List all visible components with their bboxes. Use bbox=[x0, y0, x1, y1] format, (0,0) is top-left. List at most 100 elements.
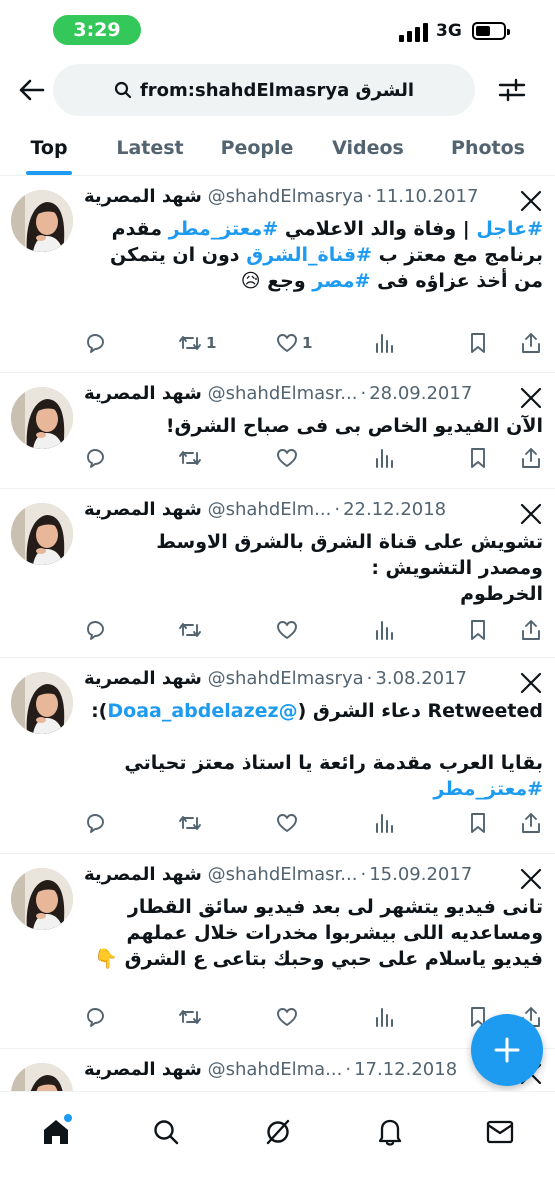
views-button[interactable] bbox=[374, 1004, 396, 1030]
user-handle[interactable]: @shahdElmasr... bbox=[208, 383, 358, 404]
views-icon bbox=[376, 334, 393, 353]
tweet-actions bbox=[84, 810, 544, 836]
bookmark-icon bbox=[471, 620, 485, 640]
views-button[interactable] bbox=[374, 617, 396, 643]
x-logo-icon bbox=[520, 387, 542, 409]
bookmark-button[interactable] bbox=[468, 445, 488, 471]
tab-videos[interactable]: Videos bbox=[322, 120, 414, 176]
reply-button[interactable] bbox=[84, 445, 110, 471]
tweet-date[interactable]: 17.12.2018 bbox=[354, 1059, 457, 1080]
bookmark-button[interactable] bbox=[468, 330, 488, 356]
share-icon bbox=[522, 813, 540, 833]
search-input[interactable]: from:shahdElmasrya الشرق bbox=[53, 64, 475, 116]
views-button[interactable] bbox=[374, 810, 396, 836]
tab-photos[interactable]: Photos bbox=[440, 120, 536, 176]
nav-messages[interactable] bbox=[478, 1110, 522, 1154]
reply-icon bbox=[87, 449, 104, 468]
share-button[interactable] bbox=[520, 445, 542, 471]
avatar[interactable] bbox=[11, 503, 73, 565]
tweet-date[interactable]: 11.10.2017 bbox=[375, 186, 478, 207]
tweet-date[interactable]: 15.09.2017 bbox=[369, 864, 472, 885]
reply-button[interactable] bbox=[84, 617, 110, 643]
tab-latest[interactable]: Latest bbox=[106, 120, 194, 176]
retweet-button[interactable] bbox=[178, 1004, 206, 1030]
display-name[interactable]: شهد المصرية bbox=[84, 499, 202, 520]
avatar[interactable] bbox=[11, 387, 73, 449]
tweet[interactable]: شهد المصرية @shahdElmasr... · 15.09.2017 ت… bbox=[0, 854, 555, 1049]
tab-people[interactable]: People bbox=[212, 120, 302, 176]
compose-tweet-button[interactable] bbox=[471, 1014, 543, 1086]
tweet-text[interactable]: تانى فيديو يتشهر لى بعد فيديو سائق القطا… bbox=[84, 894, 543, 972]
nav-home[interactable] bbox=[34, 1110, 78, 1154]
share-icon bbox=[522, 448, 540, 468]
tweet-header: شهد المصرية @shahdElma... · 17.12.2018 bbox=[84, 1059, 504, 1089]
like-button[interactable] bbox=[276, 617, 302, 643]
user-handle[interactable]: @shahdElmasrya bbox=[208, 186, 364, 207]
reply-button[interactable] bbox=[84, 1004, 110, 1030]
tweet[interactable]: شهد المصرية @shahdElmasrya · 3.08.2017 Ret… bbox=[0, 658, 555, 854]
avatar[interactable] bbox=[11, 190, 73, 252]
tweet-text[interactable]: #عاجل | وفاة والد الاعلامي #معتز_مطر مقد… bbox=[84, 216, 543, 294]
tweet[interactable]: شهد المصرية @shahdElmasr... · 28.09.2017 ا… bbox=[0, 373, 555, 489]
like-button[interactable]: 1 bbox=[276, 330, 312, 356]
user-handle[interactable]: @shahdElma... bbox=[208, 1059, 343, 1080]
share-icon bbox=[522, 333, 540, 353]
avatar[interactable] bbox=[11, 868, 73, 930]
bookmark-button[interactable] bbox=[468, 617, 488, 643]
avatar[interactable] bbox=[11, 1063, 73, 1091]
search-icon bbox=[114, 81, 132, 99]
search-icon bbox=[154, 1120, 179, 1145]
tweet-date[interactable]: 22.12.2018 bbox=[343, 499, 446, 520]
views-button[interactable] bbox=[374, 330, 396, 356]
x-logo-icon bbox=[520, 190, 542, 212]
views-icon bbox=[376, 621, 393, 640]
user-handle[interactable]: @shahdElm... bbox=[208, 499, 332, 520]
nav-grok[interactable] bbox=[256, 1110, 300, 1154]
tweet[interactable]: شهد المصرية @shahdElm... · 22.12.2018 تشوي… bbox=[0, 489, 555, 658]
tweet-text[interactable]: الآن الفيديو الخاص بى فى صباح الشرق! bbox=[84, 413, 543, 439]
reply-button[interactable] bbox=[84, 810, 110, 836]
nav-explore[interactable] bbox=[144, 1110, 188, 1154]
tab-top[interactable]: Top bbox=[12, 120, 86, 176]
avatar-image bbox=[11, 1063, 73, 1091]
like-button[interactable] bbox=[276, 445, 302, 471]
tweet-header: شهد المصرية @shahdElmasr... · 15.09.2017 bbox=[84, 864, 504, 894]
views-icon bbox=[376, 1008, 393, 1027]
search-settings-button[interactable] bbox=[494, 72, 530, 108]
tweet-feed[interactable]: شهد المصرية @shahdElmasrya · 11.10.2017 #ع… bbox=[0, 176, 555, 1091]
display-name[interactable]: شهد المصرية bbox=[84, 668, 202, 689]
display-name[interactable]: شهد المصرية bbox=[84, 383, 202, 404]
separator-dot: · bbox=[366, 186, 373, 207]
display-name[interactable]: شهد المصرية bbox=[84, 1059, 202, 1080]
share-button[interactable] bbox=[520, 810, 542, 836]
retweet-button[interactable] bbox=[178, 617, 206, 643]
retweet-button[interactable] bbox=[178, 445, 206, 471]
avatar[interactable] bbox=[11, 672, 73, 734]
tweet-date[interactable]: 3.08.2017 bbox=[375, 668, 467, 689]
views-button[interactable] bbox=[374, 445, 396, 471]
display-name[interactable]: شهد المصرية bbox=[84, 186, 202, 207]
bookmark-button[interactable] bbox=[468, 810, 488, 836]
share-button[interactable] bbox=[520, 330, 542, 356]
like-button[interactable] bbox=[276, 810, 302, 836]
display-name[interactable]: شهد المصرية bbox=[84, 864, 202, 885]
share-button[interactable] bbox=[520, 617, 542, 643]
share-icon bbox=[522, 620, 540, 640]
tweet-date[interactable]: 28.09.2017 bbox=[369, 383, 472, 404]
retweet-button[interactable]: 1 bbox=[178, 330, 216, 356]
tweet-text[interactable]: تشويش على قناة الشرق بالشرق الاوسط ومصدر … bbox=[84, 529, 543, 607]
like-button[interactable] bbox=[276, 1004, 302, 1030]
nav-notifications[interactable] bbox=[368, 1110, 412, 1154]
tweet[interactable]: شهد المصرية @shahdElmasrya · 11.10.2017 #ع… bbox=[0, 176, 555, 373]
user-handle[interactable]: @shahdElmasr... bbox=[208, 864, 358, 885]
heart-icon bbox=[277, 1008, 297, 1026]
tweet-text[interactable]: Retweeted دعاء الشرق (@Doaa_abdelazez): ب… bbox=[84, 698, 543, 802]
separator-dot: · bbox=[360, 383, 367, 404]
reply-button[interactable] bbox=[84, 330, 110, 356]
user-handle[interactable]: @shahdElmasrya bbox=[208, 668, 364, 689]
x-logo-icon bbox=[520, 503, 542, 525]
back-button[interactable] bbox=[14, 72, 50, 108]
retweet-button[interactable] bbox=[178, 810, 206, 836]
bottom-navigation bbox=[0, 1091, 555, 1200]
heart-icon bbox=[277, 449, 297, 467]
